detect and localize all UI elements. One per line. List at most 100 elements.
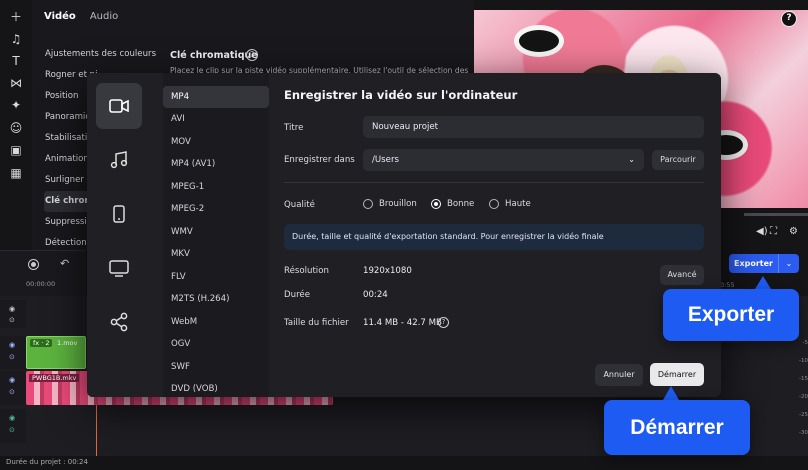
callout-arrow (663, 386, 679, 400)
audio-eye-icon[interactable]: ◉ (9, 414, 15, 422)
track-header: ◉ ⊙ (0, 336, 26, 369)
cancel-button[interactable]: Annuler (595, 364, 643, 386)
timeline-clip-1[interactable]: fx · 2 1.mov (26, 336, 86, 369)
resolution-label: Résolution (284, 266, 329, 276)
category-audio[interactable] (96, 137, 142, 183)
format-item[interactable]: MP4 (AV1) (163, 153, 269, 175)
magic-wand-icon[interactable]: ✦ (8, 97, 24, 113)
format-item[interactable]: SWF (163, 356, 269, 378)
filesize-value: 11.4 MB - 42.7 MB (363, 318, 442, 328)
sticker-icon[interactable]: ☺ (8, 120, 24, 136)
quality-label: Qualité (284, 200, 315, 210)
meter-mark: -15 (799, 376, 808, 382)
overlay-icon[interactable]: ▣ (8, 142, 24, 158)
gear-icon[interactable]: ⚙ (789, 226, 798, 237)
format-item[interactable]: MOV (163, 131, 269, 153)
audio-lock-icon[interactable]: ⊙ (9, 426, 15, 434)
tab-audio[interactable]: Audio (90, 11, 118, 22)
meter-mark: -20 (799, 394, 808, 400)
category-column (87, 73, 153, 397)
quality-draft[interactable]: Brouillon (363, 199, 417, 209)
format-item[interactable]: FLV (163, 266, 269, 288)
help-icon[interactable]: ? (781, 11, 797, 27)
volume-icon[interactable]: ◀) (756, 226, 768, 237)
transition-icon[interactable]: ⋈ (8, 75, 24, 91)
export-button-label: Exporter (729, 254, 779, 273)
export-dialog: MP4 AVI MOV MP4 (AV1) MPEG-1 MPEG-2 WMV … (87, 73, 721, 397)
meter-mark: -30 (799, 430, 808, 436)
meter-mark: -5 (802, 340, 808, 346)
format-item[interactable]: MKV (163, 243, 269, 265)
timeline-toolbar: ↶ (0, 250, 86, 278)
advanced-button[interactable]: Avancé (660, 265, 704, 285)
format-item[interactable]: OGV (163, 333, 269, 355)
collage-eye (514, 25, 564, 57)
quality-good[interactable]: Bonne (431, 199, 474, 209)
save-location-select[interactable]: /Users ⌄ (363, 149, 644, 171)
resolution-value: 1920x1080 (363, 266, 412, 276)
lock-icon[interactable]: ⊙ (9, 353, 15, 361)
clip-name: 1.mov (57, 339, 78, 347)
monitor-icon (109, 259, 129, 277)
browse-button[interactable]: Parcourir (652, 150, 704, 170)
quality-info: Durée, taille et qualité d'exportation s… (284, 224, 704, 250)
format-item[interactable]: MPEG-2 (163, 198, 269, 220)
chevron-down-icon[interactable]: ⌄ (779, 254, 799, 273)
text-icon[interactable]: T (8, 53, 24, 69)
plus-icon[interactable]: ＋ (8, 8, 24, 24)
dialog-title: Enregistrer la vidéo sur l'ordinateur (284, 88, 518, 102)
props-item[interactable]: Ajustements des couleurs (44, 48, 162, 69)
callout-export: Exporter (663, 289, 799, 341)
share-icon (110, 312, 128, 332)
project-duration: Durée du projet : 00:24 (0, 456, 808, 470)
start-button[interactable]: Démarrer (650, 363, 704, 386)
track-header: ◉ ⊙ (0, 371, 26, 405)
format-item[interactable]: DVD (VOB) (163, 378, 269, 397)
category-computer[interactable] (96, 83, 142, 129)
music-icon (110, 151, 128, 169)
format-mp4[interactable]: MP4 (163, 86, 269, 108)
export-button[interactable]: Exporter ⌄ (729, 254, 799, 273)
format-item[interactable]: AVI (163, 108, 269, 130)
music-note-icon[interactable]: ♫ (8, 31, 24, 47)
quality-good-label: Bonne (447, 199, 475, 209)
ruler-time: 0:55 (720, 281, 735, 289)
tab-video[interactable]: Vidéo (44, 11, 76, 22)
title-input[interactable]: Nouveau projet (363, 116, 704, 138)
format-item[interactable]: M2TS (H.264) (163, 288, 269, 310)
format-item[interactable]: MPEG-1 (163, 176, 269, 198)
callout-arrow (755, 276, 771, 289)
clip-fx-tag: fx · 2 (30, 339, 53, 347)
duration-value: 00:24 (363, 290, 388, 300)
preview-scrubber[interactable] (744, 213, 808, 216)
audio-meter: -5 -10 -15 -20 -25 -30 (770, 340, 808, 450)
help-circle-icon[interactable]: ? (246, 49, 258, 61)
divider (284, 182, 704, 183)
duration-label: Durée (284, 290, 310, 300)
video-camera-icon (109, 99, 129, 113)
format-list: MP4 AVI MOV MP4 (AV1) MPEG-1 MPEG-2 WMV … (163, 73, 269, 397)
radio-icon (489, 199, 499, 209)
ruler-start: 00:00:00 (26, 280, 56, 288)
category-mobile[interactable] (96, 191, 142, 237)
playhead[interactable] (96, 405, 97, 457)
fullscreen-icon[interactable]: ⛶ (770, 226, 777, 237)
eye-icon[interactable]: ◉ (9, 376, 15, 384)
category-share[interactable] (96, 299, 142, 345)
quality-high[interactable]: Haute (489, 199, 531, 209)
lock-icon[interactable]: ⊙ (9, 388, 15, 396)
apps-icon[interactable]: ▦ (8, 165, 24, 181)
tool-rail: ＋ ♫ T ⋈ ✦ ☺ ▣ ▦ (0, 0, 32, 200)
format-item[interactable]: WebM (163, 311, 269, 333)
record-icon[interactable] (28, 259, 39, 270)
filesize-label: Taille du fichier (284, 318, 349, 328)
lock-icon[interactable]: ⊙ (9, 316, 15, 324)
chroma-title: Clé chromatique (170, 50, 258, 61)
radio-icon (363, 199, 373, 209)
eye-icon[interactable]: ◉ (9, 341, 15, 349)
undo-icon[interactable]: ↶ (60, 257, 69, 270)
format-item[interactable]: WMV (163, 221, 269, 243)
help-circle-icon[interactable]: ? (438, 317, 449, 328)
eye-icon[interactable]: ◉ (9, 305, 15, 313)
category-tv[interactable] (96, 245, 142, 291)
